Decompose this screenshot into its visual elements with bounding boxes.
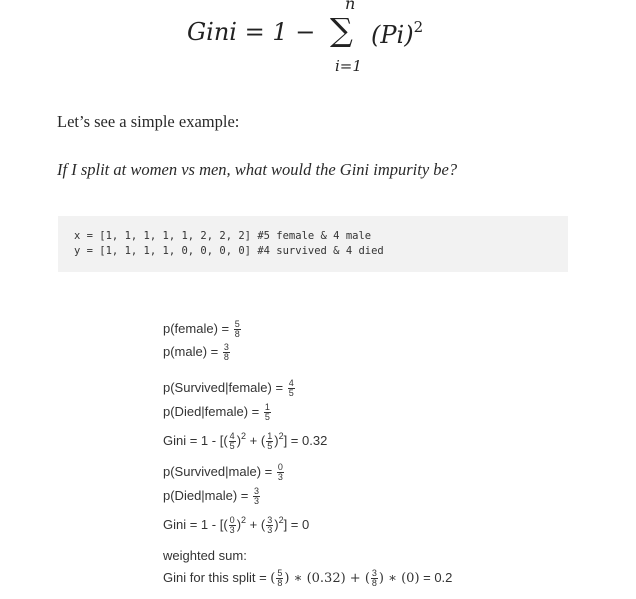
code-line-x: x = [1, 1, 1, 1, 1, 2, 2, 2] #5 female &… <box>74 230 372 242</box>
p-died-female-line: p(Died|female) = 15 <box>163 402 272 422</box>
gini-male-prefix: Gini = 1 - [( <box>163 517 228 532</box>
weighted-prefix: Gini for this split = <box>163 570 271 585</box>
gini-female-result: ] = 0.32 <box>283 433 328 448</box>
question-text: If I split at women vs men, what would t… <box>57 160 458 179</box>
fraction-denominator: 3 <box>229 525 235 536</box>
formula-lhs: Gini = 1 − <box>187 18 316 46</box>
p-female-line: p(female) = 58 <box>163 319 242 339</box>
p-died-male-fraction: 33 <box>253 487 261 507</box>
p-female-fraction: 58 <box>233 320 241 340</box>
p-male-fraction: 38 <box>222 343 230 363</box>
p-female-label: p(female) = <box>163 321 230 336</box>
p-died-male-line: p(Died|male) = 33 <box>163 486 261 506</box>
fraction-denominator: 8 <box>234 329 240 340</box>
fraction-denominator: 3 <box>254 496 260 507</box>
gini-female-prefix: Gini = 1 - [( <box>163 433 228 448</box>
p-survived-male-label: p(Survived|male) = <box>163 464 273 479</box>
weighted-heading: weighted sum: <box>163 548 247 563</box>
intro-text: Let’s see a simple example: <box>57 112 240 131</box>
fraction-denominator: 5 <box>264 412 270 423</box>
weighted-fraction-1: 58 <box>276 569 284 589</box>
sum-symbol: ∑ <box>330 11 353 49</box>
gini-formula: Gini = 1 − n ∑ i=1 (Pi)2 <box>187 0 447 80</box>
fraction-denominator: 8 <box>277 578 283 589</box>
sum-lower-limit: i=1 <box>335 57 362 75</box>
paren-open: ( <box>270 571 276 586</box>
fraction-denominator: 5 <box>229 441 235 452</box>
fraction-denominator: 8 <box>371 578 377 589</box>
code-block: x = [1, 1, 1, 1, 1, 2, 2, 2] #5 female &… <box>58 216 568 272</box>
formula-term-base: (Pi) <box>371 21 414 49</box>
gini-female-line: Gini = 1 - [(4 5)2 + (1 5)2] = 0.32 <box>163 426 328 451</box>
p-died-male-label: p(Died|male) = <box>163 488 249 503</box>
p-survived-female-line: p(Survived|female) = 45 <box>163 378 296 398</box>
fraction-denominator: 3 <box>267 525 273 536</box>
fraction-denominator: 8 <box>223 352 229 363</box>
weighted-result: = 0.2 <box>419 570 453 585</box>
paren-open: ( <box>364 571 370 586</box>
p-male-label: p(male) = <box>163 344 219 359</box>
p-survived-female-fraction: 45 <box>287 379 295 399</box>
fraction-denominator: 5 <box>267 441 273 452</box>
formula-term: (Pi)2 <box>371 18 423 49</box>
weighted-gini-line: Gini for this split = (5 8) ∗ (0.32) + (3… <box>163 568 452 588</box>
weighted-term-1: ∗ (0.32) + <box>289 571 365 586</box>
fraction-denominator: 3 <box>277 472 283 483</box>
gini-male-fraction-2: 33 <box>266 516 274 536</box>
p-survived-female-label: p(Survived|female) = <box>163 380 284 395</box>
code-line-y: y = [1, 1, 1, 1, 0, 0, 0, 0] #4 survived… <box>74 245 384 257</box>
gini-male-line: Gini = 1 - [(0 3)2 + (3 3)2] = 0 <box>163 510 310 535</box>
gini-male-result: ] = 0 <box>283 517 310 532</box>
p-died-female-label: p(Died|female) = <box>163 404 260 419</box>
formula-term-power: 2 <box>413 18 424 36</box>
weighted-fraction-2: 38 <box>370 569 378 589</box>
p-male-line: p(male) = 38 <box>163 342 231 362</box>
gini-male-fraction-1: 03 <box>228 516 236 536</box>
p-survived-male-fraction: 03 <box>276 463 284 483</box>
gini-female-fraction-2: 15 <box>266 432 274 452</box>
plus-open: + ( <box>246 517 266 532</box>
weighted-term-2: ∗ (0) <box>384 571 420 586</box>
fraction-denominator: 5 <box>288 388 294 399</box>
p-survived-male-line: p(Survived|male) = 03 <box>163 462 285 482</box>
gini-female-fraction-1: 45 <box>228 432 236 452</box>
p-died-female-fraction: 15 <box>263 403 271 423</box>
plus-open: + ( <box>246 433 266 448</box>
